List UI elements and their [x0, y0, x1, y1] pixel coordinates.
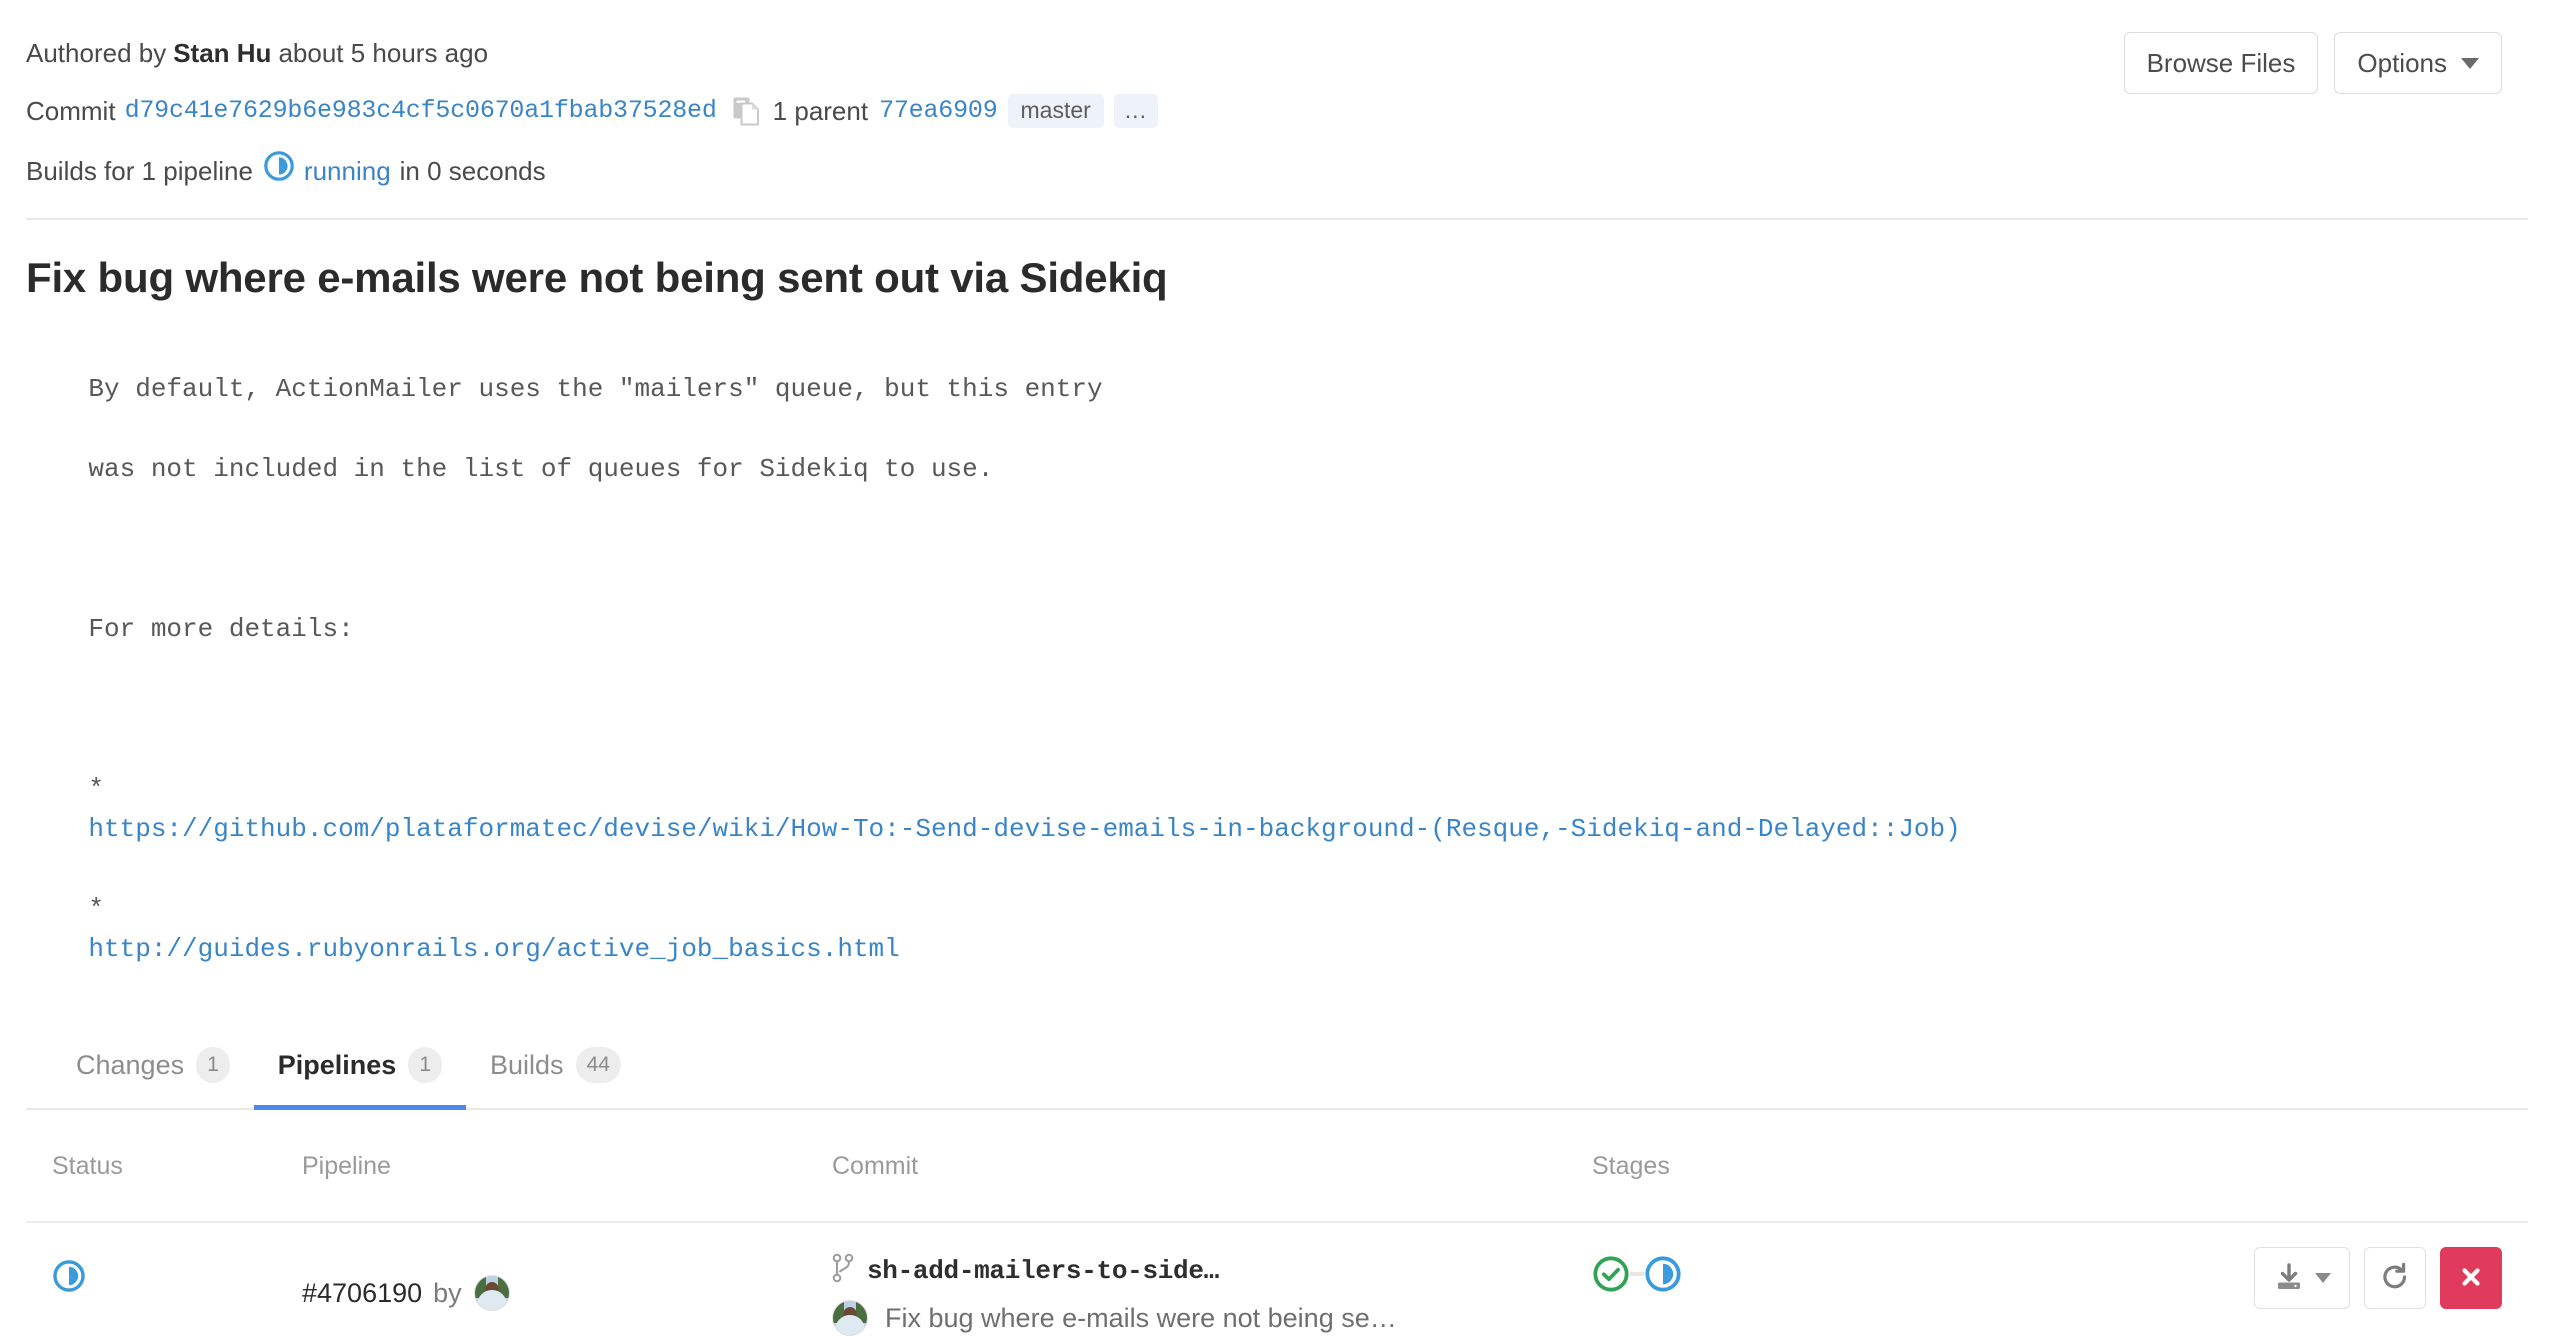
pipeline-by-label: by [433, 1277, 462, 1308]
running-icon [263, 150, 295, 192]
column-header-pipeline: Pipeline [302, 1110, 832, 1223]
tab-pipelines-label: Pipelines [277, 1049, 397, 1080]
pipelines-table: Status Pipeline Commit Stages #4706190 b… [26, 1110, 2528, 1336]
options-button[interactable]: Options [2334, 32, 2502, 94]
bullet-2: * [88, 894, 105, 924]
authored-by-label: Authored by [26, 38, 167, 68]
retry-pipeline-button[interactable] [2364, 1247, 2426, 1309]
cell-actions [2092, 1222, 2528, 1336]
table-header-row: Status Pipeline Commit Stages [26, 1110, 2528, 1223]
tab-changes-count: 1 [196, 1047, 230, 1083]
pipeline-id-link[interactable]: #4706190 [302, 1278, 422, 1309]
builds-status-link[interactable]: running [304, 152, 391, 190]
more-refs-badge[interactable]: ... [1113, 94, 1158, 128]
column-header-commit: Commit [832, 1110, 1592, 1223]
row-action-buttons [2092, 1247, 2502, 1309]
parent-sha-link[interactable]: 77ea6909 [879, 92, 998, 130]
reference-link-2[interactable]: http://guides.rubyonrails.org/active_job… [88, 934, 899, 964]
options-label: Options [2357, 47, 2447, 78]
tab-builds-count: 44 [575, 1047, 621, 1083]
commit-body-line-1: By default, ActionMailer uses the "maile… [88, 374, 1103, 404]
bullet-1: * [88, 774, 105, 804]
builds-pipeline-label: Builds for 1 pipeline [26, 156, 253, 186]
stage-icon-group [1592, 1255, 2092, 1293]
tab-builds-label: Builds [490, 1049, 564, 1080]
download-icon [2274, 1262, 2304, 1295]
tab-bar: Changes 1 Pipelines 1 Builds 44 [26, 1047, 2528, 1110]
close-icon [2457, 1263, 2485, 1294]
table-row: #4706190 by sh-add-mailers-to-side… Fix … [26, 1222, 2528, 1336]
chevron-down-icon [2461, 57, 2479, 69]
avatar[interactable] [473, 1275, 510, 1311]
check-circle-icon[interactable] [1592, 1255, 1630, 1293]
reference-link-1[interactable]: https://github.com/plataformatec/devise/… [88, 814, 1960, 844]
parent-label: 1 parent [772, 96, 869, 126]
page-title: Fix bug where e-mails were not being sen… [26, 254, 1168, 301]
copy-to-clipboard-icon[interactable] [733, 96, 759, 126]
column-header-actions [2092, 1110, 2528, 1223]
commit-label: Commit [26, 96, 116, 126]
chevron-down-icon [2314, 1273, 2331, 1283]
browse-files-button[interactable]: Browse Files [2123, 32, 2319, 94]
author-name[interactable]: Stan Hu [173, 34, 271, 72]
commit-page: Authored by Stan Hu about 5 hours ago Co… [0, 0, 2554, 1336]
header-divider [26, 218, 2528, 220]
tab-pipelines-count: 1 [408, 1047, 443, 1083]
cell-commit: sh-add-mailers-to-side… Fix bug where e-… [832, 1222, 1592, 1336]
commit-sha-line: Commit d79c41e7629b6e983c4cf5c0670a1fbab… [26, 92, 2528, 130]
cell-stages [1592, 1222, 2092, 1336]
builds-duration: in 0 seconds [399, 156, 546, 186]
avatar[interactable] [832, 1300, 868, 1336]
commit-description: By default, ActionMailer uses the "maile… [26, 329, 2528, 1009]
download-artifacts-button[interactable] [2254, 1247, 2350, 1309]
top-action-buttons: Browse Files Options [2123, 32, 2502, 94]
tab-builds[interactable]: Builds 44 [466, 1047, 645, 1110]
authored-time: about 5 hours ago [278, 38, 489, 68]
tab-changes-label: Changes [76, 1049, 185, 1080]
commit-message-row: Fix bug where e-mails were not being se… [832, 1300, 1592, 1336]
commit-meta-header: Authored by Stan Hu about 5 hours ago Co… [26, 0, 2528, 192]
commit-body-line-2: was not included in the list of queues f… [88, 454, 994, 484]
tab-pipelines[interactable]: Pipelines 1 [253, 1047, 467, 1110]
branch-icon [832, 1253, 854, 1288]
commit-sha-link[interactable]: d79c41e7629b6e983c4cf5c0670a1fbab37528ed [125, 92, 717, 130]
builds-status-line: Builds for 1 pipeline running in 0 secon… [26, 150, 2528, 192]
running-icon[interactable] [1644, 1255, 1682, 1293]
column-header-stages: Stages [1592, 1110, 2092, 1223]
running-icon[interactable] [52, 1259, 86, 1298]
branch-badge[interactable]: master [1007, 94, 1104, 128]
tab-changes[interactable]: Changes 1 [52, 1047, 254, 1110]
cell-pipeline: #4706190 by [302, 1222, 832, 1336]
column-header-status: Status [26, 1110, 302, 1223]
browse-files-label: Browse Files [2146, 47, 2296, 78]
retry-icon [2379, 1261, 2411, 1296]
cell-status [26, 1222, 302, 1336]
cancel-pipeline-button[interactable] [2440, 1247, 2502, 1309]
stage-connector [1630, 1272, 1644, 1276]
commit-body-line-4: For more details: [88, 614, 354, 644]
commit-message-link[interactable]: Fix bug where e-mails were not being se… [885, 1303, 1397, 1334]
branch-row: sh-add-mailers-to-side… [832, 1253, 1592, 1288]
branch-name-link[interactable]: sh-add-mailers-to-side… [867, 1256, 1219, 1286]
